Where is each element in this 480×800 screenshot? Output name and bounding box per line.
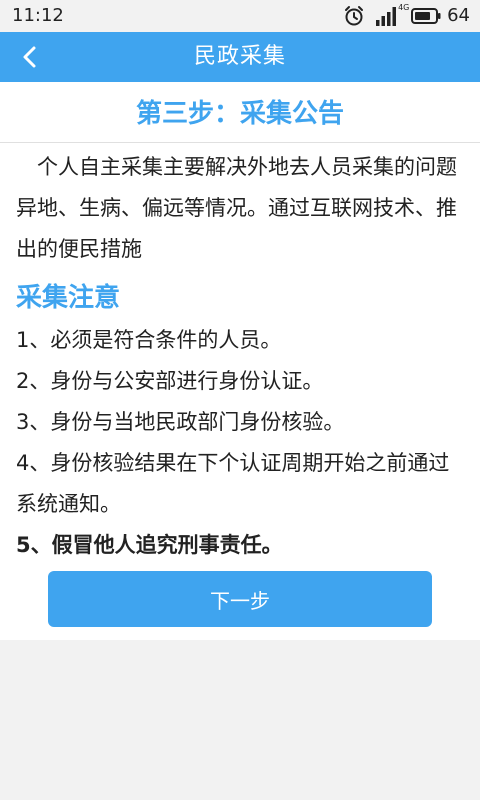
notice-title: 采集注意 [16, 283, 121, 313]
signal-indicator: 4G [375, 4, 409, 26]
rule-item-1: 1、必须是符合条件的人员。 [16, 328, 282, 352]
app-header: 民政采集 [0, 32, 480, 82]
status-bar: 11:12 4G 64 [0, 0, 480, 32]
rule-item-2: 2、身份与公安部进行身份认证。 [16, 369, 324, 393]
next-step-button[interactable]: 下一步 [48, 571, 432, 627]
status-time: 11:12 [12, 5, 64, 26]
rule-item-4: 4、身份核验结果在下个认证周期开始之前通过系统通知。 [16, 451, 450, 516]
battery-icon [411, 8, 441, 24]
rule-item-3: 3、身份与当地民政部门身份核验。 [16, 410, 345, 434]
alarm-icon [345, 6, 364, 26]
intro-text: 个人自主采集主要解决外地去人员采集的问题异地、生病、偏远等情况。通过互联网技术、… [16, 155, 457, 261]
announcement-card: 第三步：采集公告 个人自主采集主要解决外地去人员采集的问题异地、生病、偏远等情况… [0, 82, 480, 640]
rules-list: 1、必须是符合条件的人员。 2、身份与公安部进行身份认证。 3、身份与当地民政部… [0, 320, 480, 566]
status-icons: 4G 64 [343, 4, 470, 28]
network-type: 4G [398, 3, 410, 12]
battery-indicator: 64 [411, 5, 470, 27]
step-title: 第三步：采集公告 [0, 82, 480, 143]
rule-item-5: 5、假冒他人追究刑事责任。 [16, 533, 283, 557]
battery-level: 64 [447, 5, 470, 26]
page-title: 民政采集 [193, 44, 286, 69]
